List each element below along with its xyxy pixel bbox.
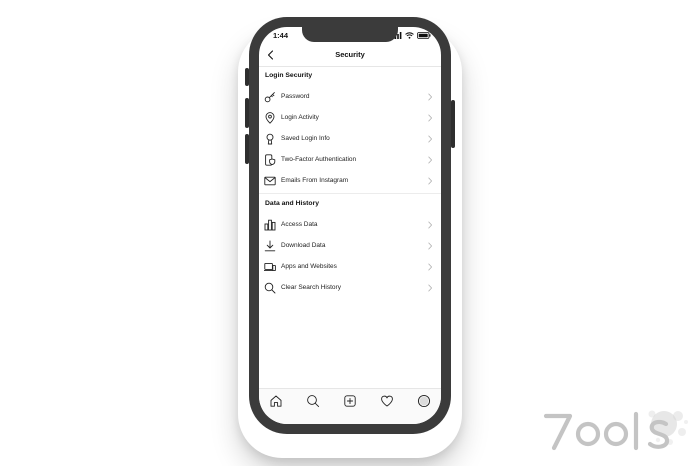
phone-screen: 1:44 Security Login Security Password Lo… — [259, 27, 441, 424]
row-label: Access Data — [281, 221, 318, 228]
chevron-right-icon — [428, 177, 433, 185]
tab-profile[interactable] — [417, 394, 431, 408]
row-login-activity[interactable]: Login Activity — [259, 108, 441, 128]
chevron-right-icon — [428, 114, 433, 122]
row-label: Two-Factor Authentication — [281, 156, 357, 163]
phone-shield-icon — [264, 154, 276, 166]
envelope-icon — [264, 175, 276, 187]
row-password[interactable]: Password — [259, 87, 441, 107]
tab-bar — [259, 388, 441, 424]
chevron-right-icon — [428, 263, 433, 271]
status-time: 1:44 — [273, 31, 289, 40]
row-apps-and-websites[interactable]: Apps and Websites — [259, 257, 441, 277]
chevron-right-icon — [428, 135, 433, 143]
phone-notch — [302, 27, 398, 42]
row-saved-login-info[interactable]: Saved Login Info — [259, 129, 441, 149]
section-header-data-and-history: Data and History — [265, 200, 320, 207]
key-icon — [264, 91, 276, 103]
power-button — [451, 100, 455, 148]
keyhole-icon — [264, 133, 276, 145]
watermark-logo — [540, 402, 692, 460]
row-emails-from-instagram[interactable]: Emails From Instagram — [259, 171, 441, 191]
battery-icon — [417, 32, 431, 39]
bar-chart-icon — [264, 219, 276, 231]
row-label: Password — [281, 93, 310, 100]
row-label: Apps and Websites — [281, 263, 337, 270]
page-title: Security — [335, 50, 365, 59]
avatar-icon — [417, 394, 431, 408]
home-icon — [270, 395, 282, 407]
laptop-icon — [264, 261, 276, 273]
search-icon — [264, 282, 276, 294]
chevron-right-icon — [428, 93, 433, 101]
row-label: Download Data — [281, 242, 326, 249]
row-two-factor-authentication[interactable]: Two-Factor Authentication — [259, 150, 441, 170]
tab-search[interactable] — [306, 394, 320, 408]
row-label: Login Activity — [281, 114, 319, 121]
status-icons — [392, 32, 431, 39]
tab-new-post[interactable] — [343, 394, 357, 408]
chevron-right-icon — [428, 221, 433, 229]
row-label: Saved Login Info — [281, 135, 330, 142]
wifi-icon — [405, 32, 414, 39]
chevron-right-icon — [428, 156, 433, 164]
nav-header: Security — [259, 44, 441, 67]
row-clear-search-history[interactable]: Clear Search History — [259, 278, 441, 298]
section-divider — [259, 193, 441, 194]
row-label: Clear Search History — [281, 284, 341, 291]
section-header-login-security: Login Security — [265, 72, 313, 79]
search-icon — [307, 395, 320, 408]
tab-activity[interactable] — [380, 394, 394, 408]
chevron-right-icon — [428, 284, 433, 292]
tab-home[interactable] — [269, 394, 283, 408]
page: 1:44 Security Login Security Password Lo… — [0, 0, 700, 466]
row-access-data[interactable]: Access Data — [259, 215, 441, 235]
heart-icon — [381, 395, 393, 407]
location-pin-icon — [264, 112, 276, 124]
plus-square-icon — [344, 395, 356, 407]
chevron-right-icon — [428, 242, 433, 250]
row-label: Emails From Instagram — [281, 177, 349, 184]
row-download-data[interactable]: Download Data — [259, 236, 441, 256]
download-icon — [264, 240, 276, 252]
